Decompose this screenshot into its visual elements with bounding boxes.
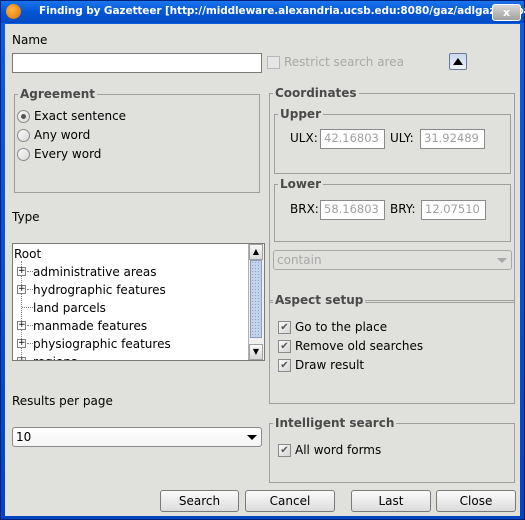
checkmark-icon: ✔ — [278, 320, 291, 334]
tree-item-label: administrative areas — [33, 265, 157, 279]
relation-value: contain — [277, 253, 322, 267]
expand-icon[interactable]: + — [17, 267, 26, 276]
name-label: Name — [12, 33, 48, 47]
expand-icon[interactable]: + — [17, 339, 26, 348]
checkbox-remove-old-searches[interactable]: ✔ Remove old searches — [278, 339, 423, 353]
ulx-label: ULX: — [290, 131, 318, 145]
results-per-page-select[interactable]: 10 — [12, 427, 262, 447]
checkbox-box — [267, 55, 280, 69]
search-button[interactable]: Search — [160, 490, 239, 512]
cancel-button[interactable]: Cancel — [245, 490, 335, 512]
close-icon: x — [502, 6, 511, 19]
checkmark-icon: ✔ — [278, 358, 291, 372]
checkbox-all-word-forms[interactable]: ✔ All word forms — [278, 443, 381, 457]
expand-icon[interactable]: + — [17, 357, 26, 360]
upper-group: Upper ULX: 42.16803 ULY: 31.92489 — [274, 107, 511, 174]
uly-label: ULY: — [390, 131, 414, 145]
checkmark-icon: ✔ — [278, 443, 291, 457]
name-input[interactable] — [12, 53, 262, 73]
upper-title: Upper — [278, 107, 323, 121]
uly-field[interactable]: 31.92489 — [420, 129, 485, 149]
agreement-group: Agreement Exact sentence Any word Every … — [14, 87, 260, 193]
ulx-field[interactable]: 42.16803 — [320, 129, 385, 149]
type-label: Type — [12, 210, 40, 224]
radio-button — [17, 128, 30, 142]
last-button[interactable]: Last — [351, 490, 431, 512]
window-title: Finding by Gazetteer [http://middleware.… — [39, 5, 525, 17]
radio-exact-sentence[interactable]: Exact sentence — [17, 109, 126, 123]
coordinates-group: Coordinates Upper ULX: 42.16803 ULY: 31.… — [269, 86, 515, 303]
intelligent-search-title: Intelligent search — [273, 416, 397, 430]
close-button[interactable]: Close — [436, 490, 516, 512]
scroll-thumb[interactable] — [250, 260, 262, 338]
scroll-up-button[interactable]: ▲ — [249, 244, 263, 260]
restrict-search-area-label: Restrict search area — [284, 55, 404, 69]
window-close-button[interactable]: x — [492, 4, 521, 21]
brx-label: BRX: — [290, 202, 319, 216]
chevron-down-icon — [497, 258, 507, 263]
arrow-down-icon: ▼ — [252, 347, 260, 356]
aspect-setup-group: Aspect setup ✔ Go to the place ✔ Remove … — [269, 293, 515, 404]
bry-label: BRY: — [390, 202, 416, 216]
intelligent-search-group: Intelligent search ✔ All word forms — [269, 416, 515, 483]
results-per-page-value: 10 — [16, 430, 32, 444]
title-bar[interactable]: Finding by Gazetteer [http://middleware.… — [1, 1, 525, 23]
checkbox-label: Go to the place — [295, 320, 388, 334]
tree-item-label: physiographic features — [33, 337, 171, 351]
tree-item-label: hydrographic features — [33, 283, 166, 297]
checkbox-label: Remove old searches — [295, 339, 424, 353]
lower-group: Lower BRX: 58.16803 BRY: 12.07510 — [274, 177, 511, 242]
tree-root[interactable]: Root — [14, 245, 41, 263]
radio-button — [17, 147, 30, 161]
radio-any-word[interactable]: Any word — [17, 128, 90, 142]
checkbox-label: All word forms — [295, 443, 382, 457]
radio-button — [17, 109, 30, 123]
checkbox-label: Draw result — [295, 358, 365, 372]
radio-every-word[interactable]: Every word — [17, 147, 101, 161]
lower-title: Lower — [278, 177, 324, 191]
tree-item-label: land parcels — [33, 301, 106, 315]
radio-label: Any word — [34, 128, 91, 142]
radio-label: Every word — [34, 147, 102, 161]
coordinates-title: Coordinates — [273, 86, 359, 100]
checkmark-icon: ✔ — [278, 339, 291, 353]
results-per-page-label: Results per page — [12, 394, 113, 408]
relation-select[interactable]: contain — [273, 250, 512, 270]
brx-field[interactable]: 58.16803 — [320, 200, 385, 220]
tree-item-label: manmade features — [33, 319, 148, 333]
dialog-content: Name Restrict search area Agreement Exac… — [5, 24, 520, 516]
app-icon — [6, 4, 21, 19]
bry-field[interactable]: 12.07510 — [421, 200, 486, 220]
checkbox-go-to-place[interactable]: ✔ Go to the place — [278, 320, 387, 334]
type-tree[interactable]: Root + administrative areas + hydrograph… — [12, 243, 265, 361]
agreement-title: Agreement — [18, 87, 97, 101]
tree-scrollbar[interactable]: ▲ ▼ — [248, 244, 264, 360]
gazetteer-dialog: Finding by Gazetteer [http://middleware.… — [0, 0, 525, 520]
arrow-up-icon: ▲ — [252, 247, 260, 256]
tree-item-label: regions — [33, 353, 77, 360]
chevron-down-icon — [247, 435, 257, 440]
expand-icon[interactable]: + — [17, 321, 26, 330]
restrict-search-area-checkbox[interactable]: Restrict search area — [267, 55, 404, 69]
aspect-setup-title: Aspect setup — [273, 293, 366, 307]
radio-label: Exact sentence — [34, 109, 127, 123]
checkbox-draw-result[interactable]: ✔ Draw result — [278, 358, 364, 372]
scroll-down-button[interactable]: ▼ — [249, 344, 263, 360]
collapse-coordinates-button[interactable] — [449, 53, 467, 70]
triangle-up-icon — [453, 58, 463, 65]
tree-line — [22, 307, 33, 308]
expand-icon[interactable]: + — [17, 285, 26, 294]
